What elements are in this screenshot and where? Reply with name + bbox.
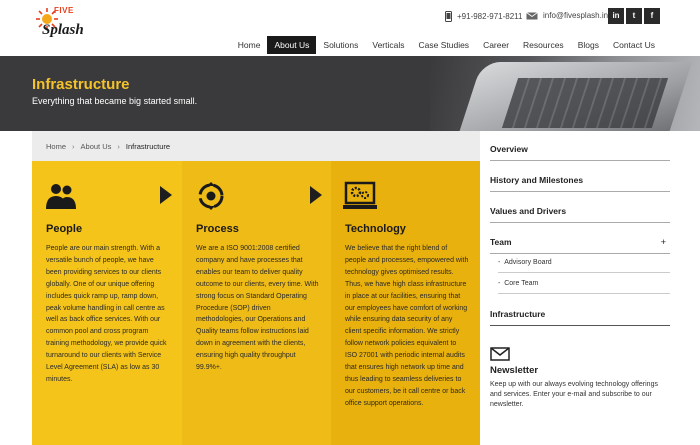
people-column: People People are our main strength. Wit…	[32, 161, 182, 445]
main-nav: Home About Us Solutions Verticals Case S…	[231, 36, 662, 54]
sidebar-subitem-label: Core Team	[504, 280, 539, 287]
page: FIVE Splash +91-982-971-8211 info@fivesp…	[0, 0, 700, 445]
column-text: People are our main strength. With a ver…	[46, 245, 167, 383]
email-address: info@fivesplash.in	[543, 11, 609, 20]
laptop-gears-icon	[343, 181, 377, 209]
column-text: We are a ISO 9001:2008 certified company…	[196, 245, 319, 372]
breadcrumb-home[interactable]: Home	[46, 142, 66, 151]
sidebar-item-infrastructure[interactable]: Infrastructure	[490, 309, 670, 326]
logo-name-text: Splash	[42, 22, 84, 38]
logo[interactable]: FIVE Splash	[36, 6, 92, 50]
column-title: Technology	[345, 223, 406, 235]
nav-case-studies[interactable]: Case Studies	[412, 36, 477, 54]
expand-plus-icon[interactable]: +	[661, 237, 666, 247]
nav-about-us[interactable]: About Us	[267, 36, 317, 54]
arrow-right-icon	[160, 186, 172, 204]
sidebar-item-history[interactable]: History and Milestones	[490, 175, 670, 192]
breadcrumb-about-us[interactable]: About Us	[81, 142, 112, 151]
nav-career[interactable]: Career	[476, 36, 516, 54]
newsletter-text: Keep up with our always evolving technol…	[490, 381, 658, 408]
sidebar-subitem-core-team[interactable]: - Core Team	[498, 280, 670, 294]
process-column: Process We are a ISO 9001:2008 certified…	[182, 161, 332, 445]
sidebar: Overview History and Milestones Values a…	[480, 131, 700, 445]
site-header: FIVE Splash +91-982-971-8211 info@fivesp…	[0, 0, 700, 56]
hero-banner: Infrastructure Everything that became bi…	[0, 56, 700, 131]
envelope-icon	[490, 347, 510, 361]
sidebar-subitem-label: Advisory Board	[504, 259, 552, 266]
sidebar-item-overview[interactable]: Overview	[490, 144, 670, 161]
nav-verticals[interactable]: Verticals	[365, 36, 411, 54]
sidebar-item-label: Overview	[490, 144, 528, 154]
column-title: Process	[196, 223, 239, 235]
email-contact[interactable]: info@fivesplash.in	[526, 11, 608, 20]
breadcrumb: Home › About Us › Infrastructure	[32, 131, 480, 161]
chevron-right-icon: ›	[72, 141, 75, 151]
sidebar-item-label: Values and Drivers	[490, 206, 567, 216]
nav-home[interactable]: Home	[231, 36, 268, 54]
logo-five-text: FIVE	[54, 6, 74, 15]
column-title: People	[46, 223, 83, 235]
sidebar-item-team[interactable]: Team +	[490, 237, 670, 254]
sidebar-item-values[interactable]: Values and Drivers	[490, 206, 670, 223]
phone-contact[interactable]: +91-982-971-8211	[445, 11, 522, 22]
nav-contact-us[interactable]: Contact Us	[606, 36, 662, 54]
technology-column: Technology We believe that the right ble…	[331, 161, 480, 445]
linkedin-icon[interactable]: in	[608, 8, 624, 24]
breadcrumb-current: Infrastructure	[125, 141, 171, 151]
page-subtitle: Everything that became big started small…	[32, 96, 198, 106]
nav-solutions[interactable]: Solutions	[316, 36, 365, 54]
phone-number: +91-982-971-8211	[457, 12, 523, 21]
page-title: Infrastructure	[32, 76, 130, 93]
sidebar-item-label: History and Milestones	[490, 175, 584, 185]
arrow-right-icon	[310, 186, 322, 204]
sidebar-item-label: Team	[490, 237, 512, 247]
banner-keyboard-image	[501, 78, 669, 128]
sidebar-item-label: Infrastructure	[490, 309, 546, 319]
facebook-icon[interactable]: f	[644, 8, 660, 24]
mobile-phone-icon	[445, 11, 452, 22]
sidebar-subitem-advisory-board[interactable]: - Advisory Board	[498, 259, 670, 273]
chevron-right-icon: ›	[117, 141, 120, 151]
people-icon	[46, 184, 76, 209]
envelope-icon	[526, 11, 538, 19]
nav-resources[interactable]: Resources	[516, 36, 571, 54]
column-text: We believe that the right blend of peopl…	[345, 245, 469, 407]
twitter-icon[interactable]: t	[626, 8, 642, 24]
newsletter-title: Newsletter	[490, 365, 539, 376]
nav-blogs[interactable]: Blogs	[571, 36, 606, 54]
process-cycle-icon	[198, 182, 224, 210]
